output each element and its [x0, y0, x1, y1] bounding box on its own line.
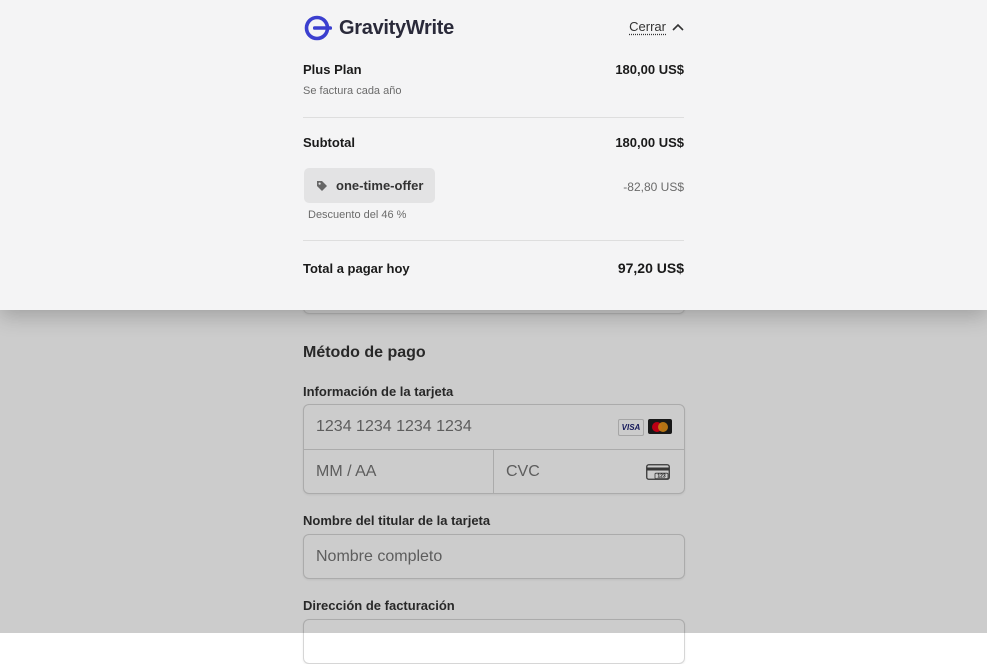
brand-logo: GravityWrite: [303, 15, 454, 41]
divider: [303, 240, 684, 241]
close-summary-button[interactable]: Cerrar: [629, 19, 684, 34]
promo-code: one-time-offer: [336, 178, 424, 193]
billing-frequency: Se factura cada año: [303, 85, 402, 97]
subtotal-label: Subtotal: [303, 135, 355, 150]
chevron-up-icon: [672, 23, 684, 31]
discount-amount: -82,80 US$: [623, 180, 684, 194]
subtotal-value: 180,00 US$: [615, 135, 684, 150]
order-summary-panel: GravityWrite Cerrar Plus Plan 180,00 US$…: [0, 0, 987, 310]
gravitywrite-logo-icon: [304, 15, 332, 41]
total-value: 97,20 US$: [617, 260, 684, 276]
promo-code-chip[interactable]: one-time-offer: [304, 168, 436, 203]
plan-name: Plus Plan: [303, 62, 362, 77]
brand-name: GravityWrite: [339, 16, 454, 39]
tag-icon: [317, 180, 327, 191]
plan-price: 180,00 US$: [615, 62, 684, 77]
total-label: Total a pagar hoy: [303, 261, 410, 276]
discount-note: Descuento del 46 %: [308, 209, 407, 221]
order-summary-content: GravityWrite Cerrar Plus Plan 180,00 US$…: [303, 0, 684, 310]
divider: [303, 117, 684, 118]
close-summary-label: Cerrar: [629, 19, 666, 34]
